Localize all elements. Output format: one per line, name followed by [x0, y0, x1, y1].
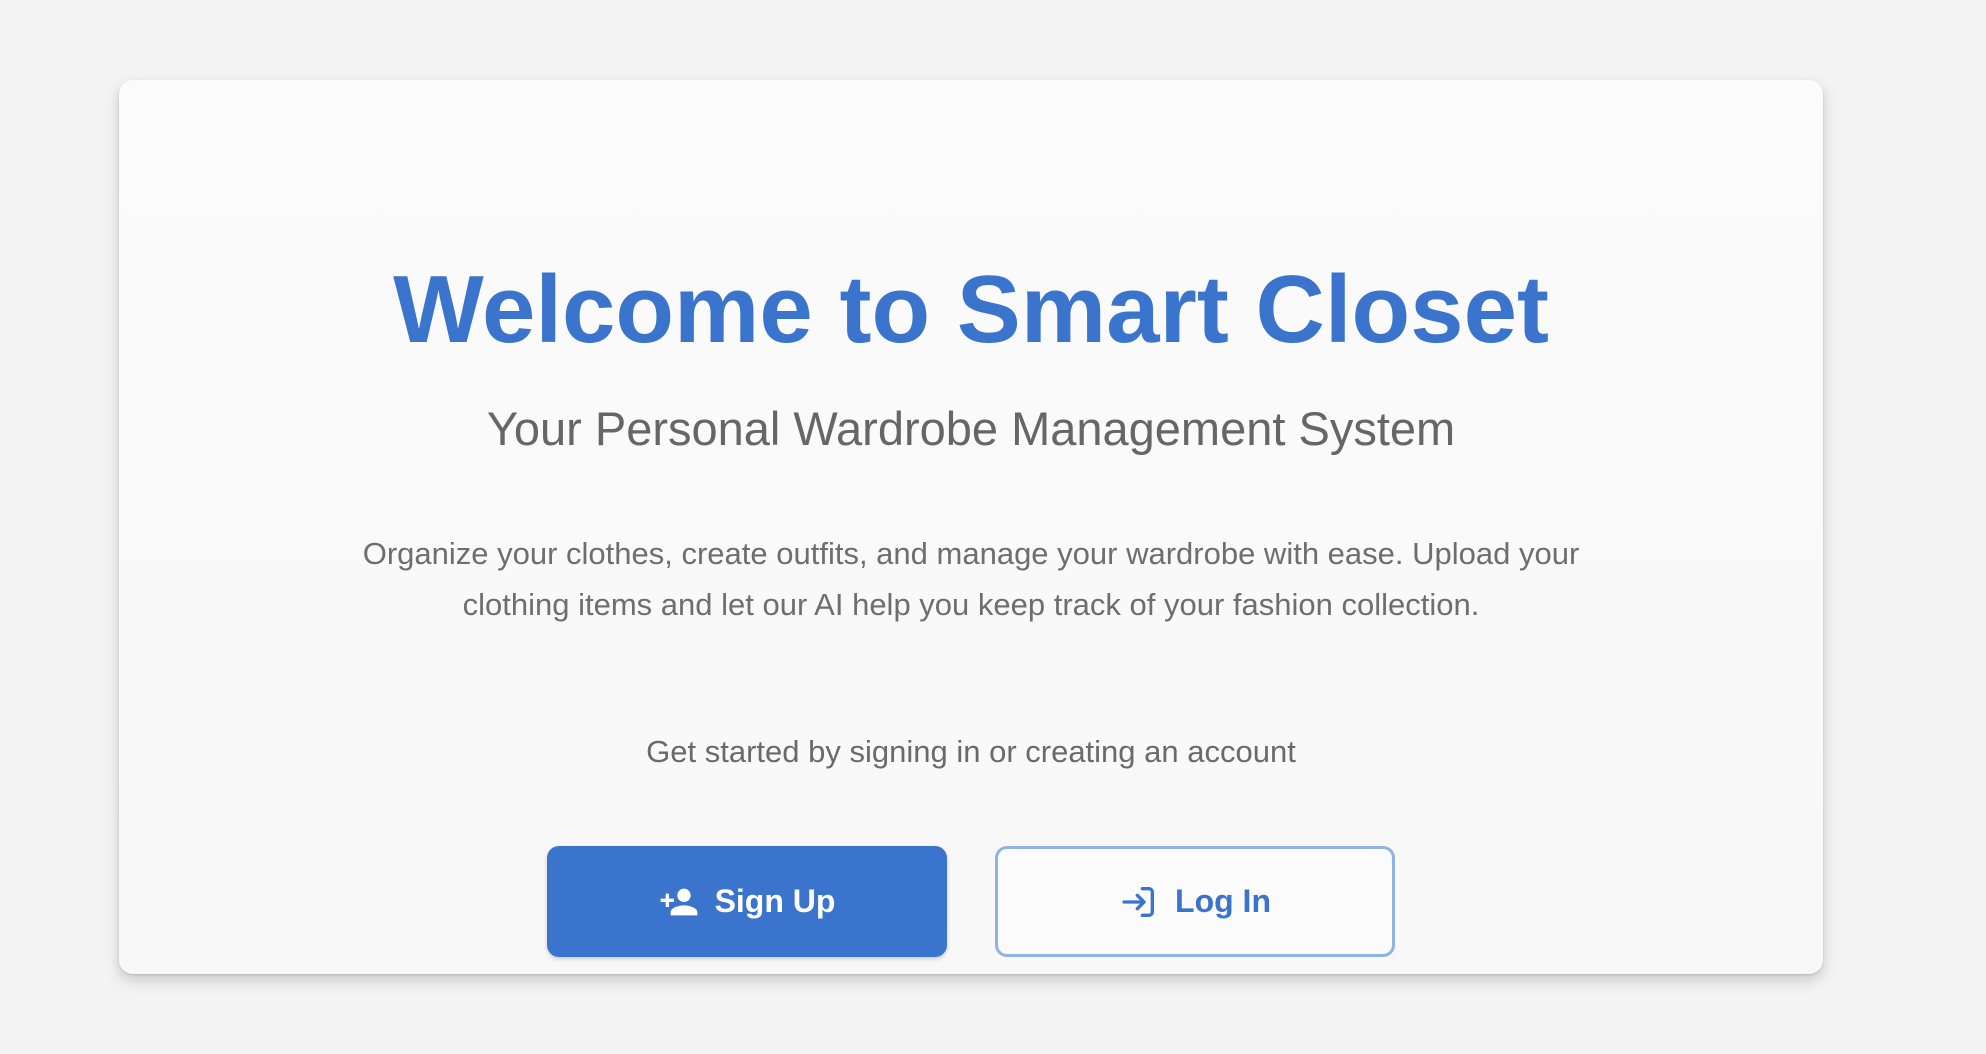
welcome-card: Welcome to Smart Closet Your Personal Wa…: [119, 80, 1823, 974]
intro-description: Organize your clothes, create outfits, a…: [362, 536, 1580, 622]
log-in-button[interactable]: Log In: [995, 846, 1395, 957]
person-add-icon: [659, 882, 699, 922]
get-started-text: Get started by signing in or creating an…: [646, 734, 1296, 769]
login-icon: [1119, 882, 1159, 922]
page-background: Welcome to Smart Closet Your Personal Wa…: [0, 0, 1986, 1054]
sign-up-label: Sign Up: [714, 883, 836, 919]
page-subtitle: Your Personal Wardrobe Management System: [486, 402, 1456, 455]
log-in-label: Log In: [1175, 883, 1271, 919]
auth-button-group: Sign Up Log In: [119, 846, 1823, 957]
page-title: Welcome to Smart Closet: [393, 256, 1549, 363]
sign-up-button[interactable]: Sign Up: [547, 846, 947, 957]
